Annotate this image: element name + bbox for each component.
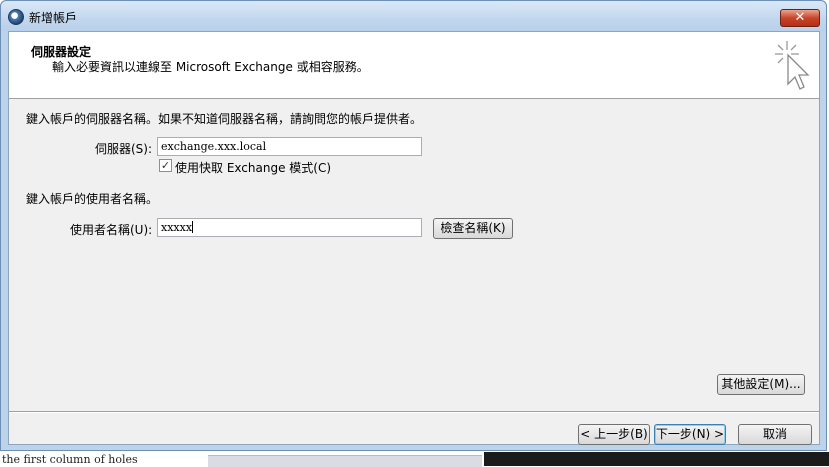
server-input[interactable]: exchange.xxx.local	[157, 137, 422, 156]
text-caret	[192, 221, 194, 233]
background-text: the first column of holes	[2, 453, 138, 466]
wizard-cursor-icon	[775, 41, 810, 90]
username-instruction: 鍵入帳戶的使用者名稱。	[26, 192, 159, 206]
username-label: 使用者名稱(U):	[70, 223, 153, 237]
cached-mode-label[interactable]: 使用快取 Exchange 模式(C)	[175, 159, 331, 176]
server-input-value: exchange.xxx.local	[161, 140, 267, 153]
background-window: the first column of holes	[0, 452, 829, 467]
more-settings-button[interactable]: 其他設定(M)...	[717, 374, 805, 395]
check-name-button[interactable]: 檢查名稱(K)	[433, 218, 513, 239]
background-tab	[208, 455, 482, 467]
server-instruction: 鍵入帳戶的伺服器名稱。如果不知道伺服器名稱，請詢問您的帳戶提供者。	[26, 112, 423, 126]
cancel-button[interactable]: 取消	[738, 424, 812, 445]
username-input-value: xxxxx	[161, 221, 193, 234]
footer-divider-highlight	[9, 412, 819, 413]
outlook-app-icon	[8, 9, 24, 25]
page-subtitle: 輸入必要資訊以連線至 Microsoft Exchange 或相容服務。	[52, 60, 369, 74]
window-title: 新增帳戶	[29, 11, 78, 25]
cached-mode-checkbox[interactable]: ✓	[159, 159, 172, 172]
add-account-dialog: 新增帳戶 ✕ 伺服器設定 輸入必要資訊以連線至 Microsoft Exchan…	[0, 0, 827, 451]
background-panel	[484, 452, 829, 466]
next-button[interactable]: 下一步(N) >	[654, 424, 726, 445]
close-icon: ✕	[794, 10, 806, 25]
close-button[interactable]: ✕	[780, 9, 820, 27]
wizard-header: 伺服器設定 輸入必要資訊以連線至 Microsoft Exchange 或相容服…	[9, 32, 819, 99]
dialog-client-area: 伺服器設定 輸入必要資訊以連線至 Microsoft Exchange 或相容服…	[8, 31, 820, 445]
server-label: 伺服器(S):	[95, 142, 153, 156]
title-bar[interactable]: 新增帳戶 ✕	[1, 1, 826, 31]
username-input[interactable]: xxxxx	[157, 218, 422, 237]
back-button[interactable]: < 上一步(B)	[578, 424, 650, 445]
